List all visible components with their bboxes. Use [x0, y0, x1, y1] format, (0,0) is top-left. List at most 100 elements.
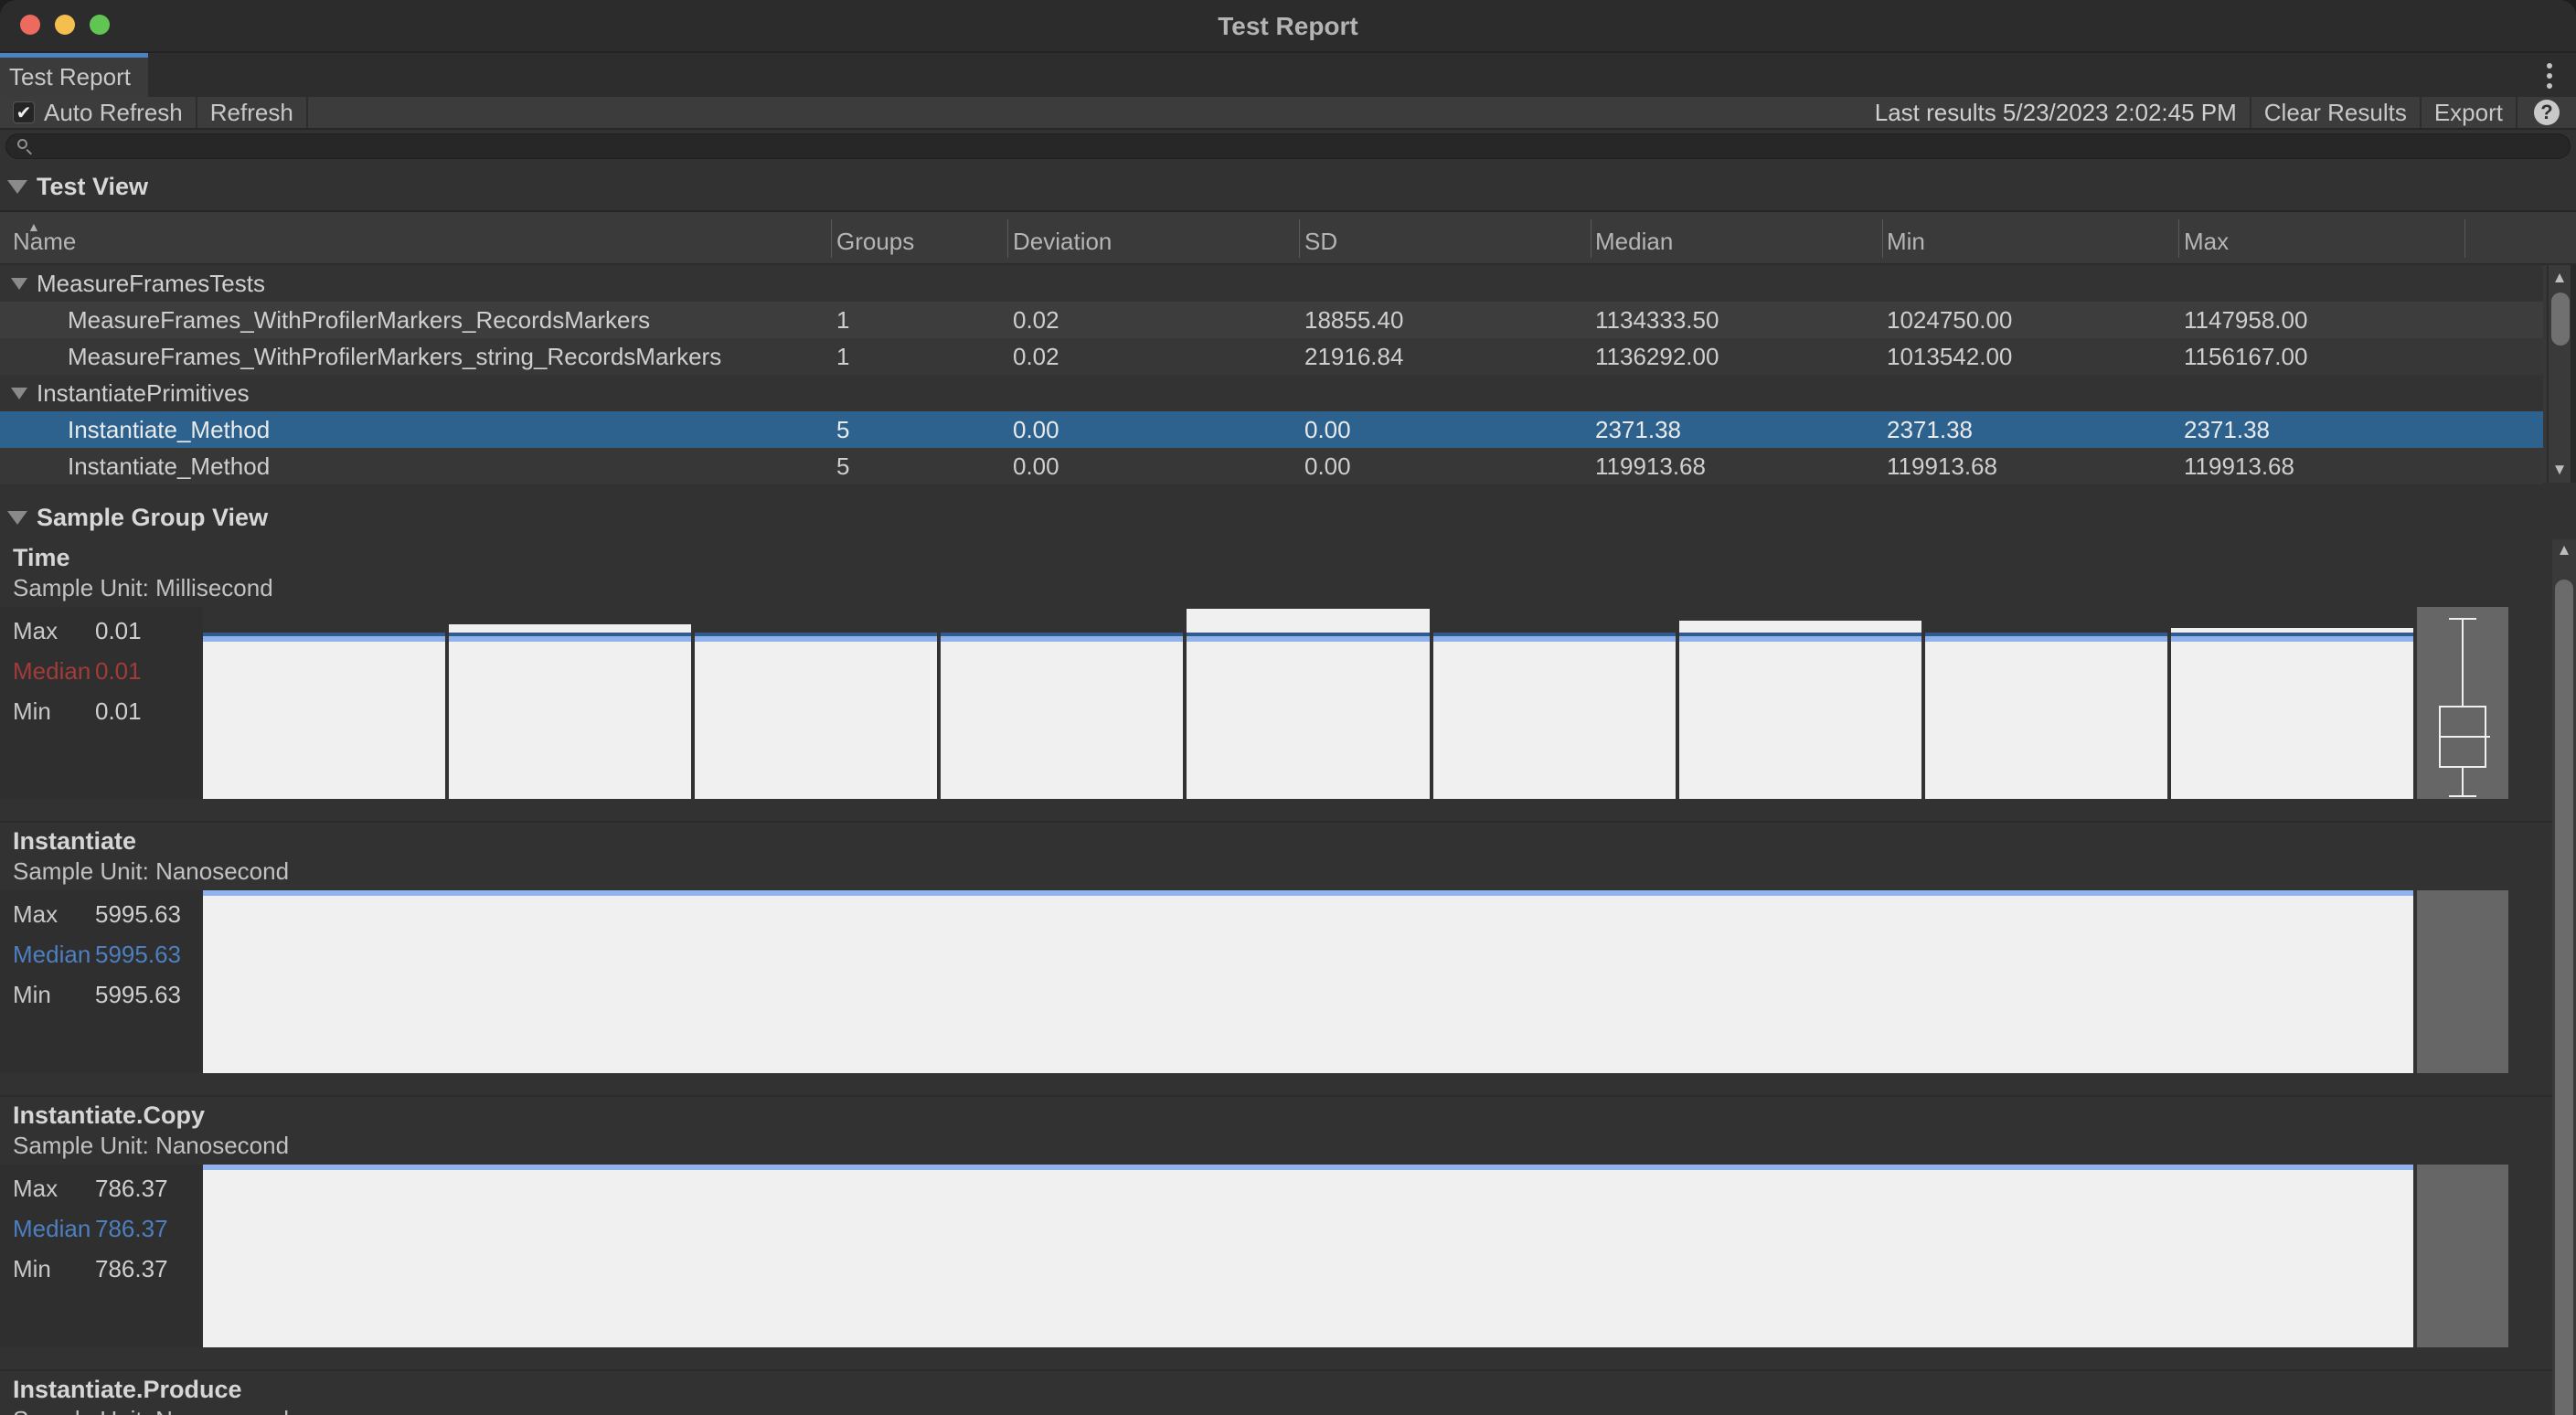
max-value: 786.37 [95, 1175, 168, 1203]
help-icon: ? [2534, 100, 2560, 125]
sample-bar[interactable] [695, 607, 937, 799]
column-separator[interactable] [831, 219, 832, 258]
box-plot-panel [2417, 607, 2508, 799]
group-name: InstantiatePrimitives [37, 375, 250, 411]
max-stat-row: Max786.37 [0, 1172, 203, 1205]
sample-group-view-header[interactable]: Sample Group View [0, 495, 2576, 539]
deviation-value: 0.02 [1013, 338, 1059, 375]
checkmark-icon: ✔ [16, 101, 32, 124]
median-label: Median [0, 657, 95, 686]
column-header-name[interactable]: Name [13, 228, 76, 256]
sample-group-scrollbar[interactable]: ▲ [2552, 539, 2576, 1415]
tab-test-report[interactable]: Test Report [0, 53, 148, 97]
groups-value: 1 [836, 338, 849, 375]
sd-value: 18855.40 [1304, 302, 1403, 338]
search-input[interactable] [5, 133, 2571, 159]
column-header-max[interactable]: Max [2184, 228, 2229, 256]
sample-group-Time: TimeSample Unit: MillisecondMax0.01Media… [0, 539, 2552, 799]
scroll-up-icon[interactable]: ▲ [2549, 269, 2571, 287]
sample-bar[interactable] [1679, 607, 1921, 799]
test-row[interactable]: MeasureFrames_WithProfilerMarkers_Record… [0, 302, 2543, 338]
max-value: 0.01 [95, 617, 142, 645]
sample-group-chart: Max786.37Median786.37Min786.37 [0, 1165, 2552, 1347]
sample-bar[interactable] [203, 890, 2413, 1073]
stats-column: Max5995.63Median5995.63Min5995.63 [0, 890, 203, 1073]
sample-group-title: Instantiate.Copy [0, 1097, 2552, 1130]
min-label: Min [0, 981, 95, 1009]
column-separator[interactable] [1882, 219, 1883, 258]
column-header-sd[interactable]: SD [1304, 228, 1337, 256]
column-separator[interactable] [1007, 219, 1008, 258]
max-value: 119913.68 [2184, 448, 2294, 484]
auto-refresh-toggle[interactable]: ✔ Auto Refresh [0, 97, 197, 128]
column-header-deviation[interactable]: Deviation [1013, 228, 1112, 256]
kebab-menu-icon[interactable] [2536, 60, 2563, 91]
foldout-arrow-icon[interactable] [7, 180, 27, 194]
test-view-header[interactable]: Test View [0, 163, 2576, 210]
group-name: MeasureFramesTests [37, 265, 265, 302]
sample-group-Instantiate.Copy: Instantiate.CopySample Unit: NanosecondM… [0, 1095, 2552, 1347]
export-button[interactable]: Export [2422, 97, 2517, 128]
foldout-arrow-icon[interactable] [11, 278, 27, 290]
scroll-up-icon[interactable]: ▲ [2552, 541, 2576, 559]
group-row-MeasureFramesTests[interactable]: MeasureFramesTests [0, 265, 2543, 302]
median-label: Median [0, 1215, 95, 1243]
stats-column: Max786.37Median786.37Min786.37 [0, 1165, 203, 1347]
help-button[interactable]: ? [2517, 97, 2576, 128]
box-plot-mark [2449, 795, 2476, 797]
column-separator[interactable] [2464, 219, 2465, 258]
table-scrollbar-thumb[interactable] [2551, 293, 2570, 346]
auto-refresh-checkbox[interactable]: ✔ [13, 101, 35, 123]
search-row [0, 130, 2576, 163]
sample-bar[interactable] [1925, 607, 2167, 799]
max-value: 1147958.00 [2184, 302, 2307, 338]
sample-bar[interactable] [1187, 607, 1429, 799]
toolbar-right: Last results 5/23/2023 2:02:45 PM Clear … [1862, 97, 2576, 128]
test-row[interactable]: Instantiate_Method50.000.00119913.681199… [0, 448, 2543, 484]
sd-value: 21916.84 [1304, 338, 1403, 375]
median-stat-row: Median5995.63 [0, 938, 203, 971]
refresh-button-label: Refresh [210, 99, 293, 127]
box-plot-mark [2439, 736, 2490, 738]
min-stat-row: Min786.37 [0, 1252, 203, 1285]
min-value: 1024750.00 [1887, 302, 2012, 338]
min-label: Min [0, 697, 95, 726]
column-header-min[interactable]: Min [1887, 228, 1925, 256]
test-row[interactable]: MeasureFrames_WithProfilerMarkers_string… [0, 338, 2543, 375]
sample-bar[interactable] [203, 1165, 2413, 1347]
sample-bar[interactable] [449, 607, 691, 799]
foldout-arrow-icon[interactable] [7, 511, 27, 525]
median-stat-row: Median0.01 [0, 654, 203, 687]
refresh-button[interactable]: Refresh [197, 97, 308, 128]
sample-bar[interactable] [2171, 607, 2413, 799]
sample-group-Instantiate: InstantiateSample Unit: NanosecondMax599… [0, 821, 2552, 1073]
column-header-median[interactable]: Median [1595, 228, 1673, 256]
clear-results-button[interactable]: Clear Results [2251, 97, 2422, 128]
median-value: 119913.68 [1595, 448, 1706, 484]
group-row-InstantiatePrimitives[interactable]: InstantiatePrimitives [0, 375, 2543, 411]
column-header-groups[interactable]: Groups [836, 228, 914, 256]
median-value: 5995.63 [95, 941, 181, 969]
median-value: 0.01 [95, 657, 142, 686]
median-value: 1136292.00 [1595, 338, 1719, 375]
max-value: 1156167.00 [2184, 338, 2307, 375]
sample-bar[interactable] [1433, 607, 1676, 799]
table-body: MeasureFramesTestsMeasureFrames_WithProf… [0, 265, 2543, 483]
sample-group-chart: Max5995.63Median5995.63Min5995.63 [0, 890, 2552, 1073]
test-view-title: Test View [37, 173, 148, 201]
foldout-arrow-icon[interactable] [11, 388, 27, 399]
sample-group-scrollbar-thumb[interactable] [2555, 580, 2573, 1415]
median-value: 1134333.50 [1595, 302, 1719, 338]
column-separator[interactable] [1299, 219, 1300, 258]
sample-unit-label: Sample Unit: Nanosecond [0, 856, 2552, 887]
auto-refresh-label: Auto Refresh [44, 99, 183, 127]
scroll-down-icon[interactable]: ▼ [2549, 461, 2571, 479]
column-separator[interactable] [2178, 219, 2179, 258]
sample-bar[interactable] [941, 607, 1183, 799]
sample-bar[interactable] [203, 607, 445, 799]
table-scrollbar[interactable]: ▲ ▼ [2547, 265, 2571, 483]
test-results-table: ▲ Name Groups Deviation SD Median Min Max Meas… [0, 210, 2576, 483]
test-row[interactable]: Instantiate_Method50.000.002371.382371.3… [0, 411, 2543, 448]
sample-groups: TimeSample Unit: MillisecondMax0.01Media… [0, 539, 2552, 1415]
min-value: 786.37 [95, 1255, 168, 1283]
